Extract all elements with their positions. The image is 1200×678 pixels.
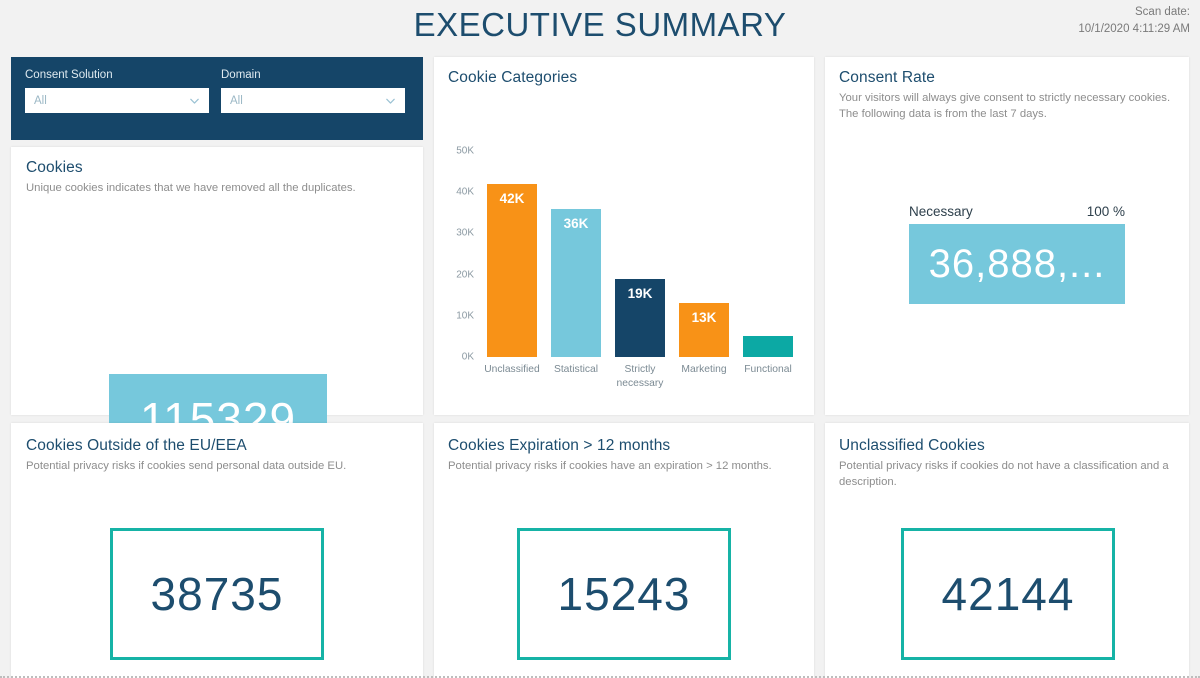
filter-consent-solution: Consent Solution All [25,69,209,113]
card-cookies: Cookies Unique cookies indicates that we… [11,147,423,464]
chart-bar-slot: 42K [480,151,544,357]
chart-y-tick: 10K [456,310,474,322]
chart-bar-slot: 13K [672,151,736,357]
consent-rate-title: Consent Rate [839,69,935,86]
chart-bar-label: 42K [499,190,525,206]
card-consent-rate: Consent Rate Your visitors will always g… [825,57,1189,415]
card-unclassified-cookies: Unclassified Cookies Potential privacy r… [825,423,1189,678]
consent-solution-dropdown[interactable]: All [25,88,209,113]
chart-y-tick: 30K [456,227,474,239]
page-title: EXECUTIVE SUMMARY [413,6,787,43]
cookies-title: Cookies [26,159,83,176]
chart-bar-label: 13K [691,310,717,326]
filter-row: Consent Solution All Domain All [11,57,423,113]
chart-bar[interactable] [743,336,793,357]
filter-panel: Consent Solution All Domain All [11,57,423,140]
chart-category-label: Functional [744,364,792,375]
outside-eu-subtitle: Potential privacy risks if cookies send … [26,460,347,472]
scan-date-value: 10/1/2020 4:11:29 AM [1078,22,1190,35]
chart-y-tick: 40K [456,186,474,198]
domain-value: All [230,94,243,107]
consent-rate-value: 36,888,... [909,224,1125,304]
consent-solution-value: All [34,94,47,107]
expiration-title: Cookies Expiration > 12 months [448,437,671,454]
filter-domain: Domain All [221,69,405,113]
chart-bar[interactable]: 19K [615,278,665,357]
outside-eu-title: Cookies Outside of the EU/EEA [26,437,247,454]
consent-rate-legend: Necessary 100 % [909,204,1125,219]
cookies-subtitle: Unique cookies indicates that we have re… [26,182,356,194]
filter-domain-label: Domain [221,69,261,81]
filter-consent-solution-label: Consent Solution [25,69,113,81]
chart-category-label: Statistical [553,364,599,375]
outside-eu-value: 38735 [110,528,324,660]
chart-y-tick: 50K [456,145,474,157]
chart-category-label: Unclassified [484,364,540,375]
page-header: EXECUTIVE SUMMARY Scan date: 10/1/2020 4… [0,0,1200,57]
unclassified-title: Unclassified Cookies [839,437,985,454]
consent-rate-meter: Necessary 100 % 36,888,... [909,204,1125,304]
chart-y-tick: 0K [461,351,474,363]
expiration-subtitle: Potential privacy risks if cookies have … [448,460,772,472]
card-cookies-outside-eu: Cookies Outside of the EU/EEA Potential … [11,423,423,678]
card-cookie-categories: Cookie Categories 0K 10K 20K 30K 40K 50K 42K U… [434,57,814,415]
expiration-value: 15243 [517,528,731,660]
unclassified-value: 42144 [901,528,1115,660]
chart-y-axis: 0K 10K 20K 30K 40K 50K [434,146,474,363]
chart-category-label: Marketing [681,364,727,375]
chart-bar-label: 19K [627,285,653,301]
chart-bar[interactable]: 13K [679,303,729,357]
chart-bar-slot: 36K [544,151,608,357]
card-cookies-expiration: Cookies Expiration > 12 months Potential… [434,423,814,678]
chart-bar-slot [736,151,800,357]
consent-rate-percent: 100 % [1086,204,1125,219]
chart-bar-label: 36K [563,215,589,231]
chart-plot-area: 42K Unclassified 36K Statistical 19K Strictly… [480,151,802,389]
chart-bar[interactable]: 36K [551,208,601,357]
unclassified-subtitle: Potential privacy risks if cookies do no… [839,460,1169,489]
chart-bar-slot: 19K [608,151,672,357]
scan-date-label: Scan date: [1135,6,1190,18]
domain-dropdown[interactable]: All [221,88,405,113]
scan-date: Scan date: 10/1/2020 4:11:29 AM [1078,4,1190,37]
dashboard-grid: Consent Solution All Domain All Cookies … [0,57,1200,678]
cookie-categories-chart: 0K 10K 20K 30K 40K 50K 42K Unclassified 36K Stat… [434,99,814,399]
chevron-down-icon [385,95,396,106]
chart-y-tick: 20K [456,269,474,281]
chart-bar[interactable]: 42K [487,183,537,357]
cookie-categories-title: Cookie Categories [448,69,578,86]
chevron-down-icon [189,95,200,106]
consent-rate-legend-label: Necessary [909,204,973,219]
consent-rate-subtitle: Your visitors will always give consent t… [839,92,1171,121]
chart-category-label: Strictly necessary [616,364,664,389]
